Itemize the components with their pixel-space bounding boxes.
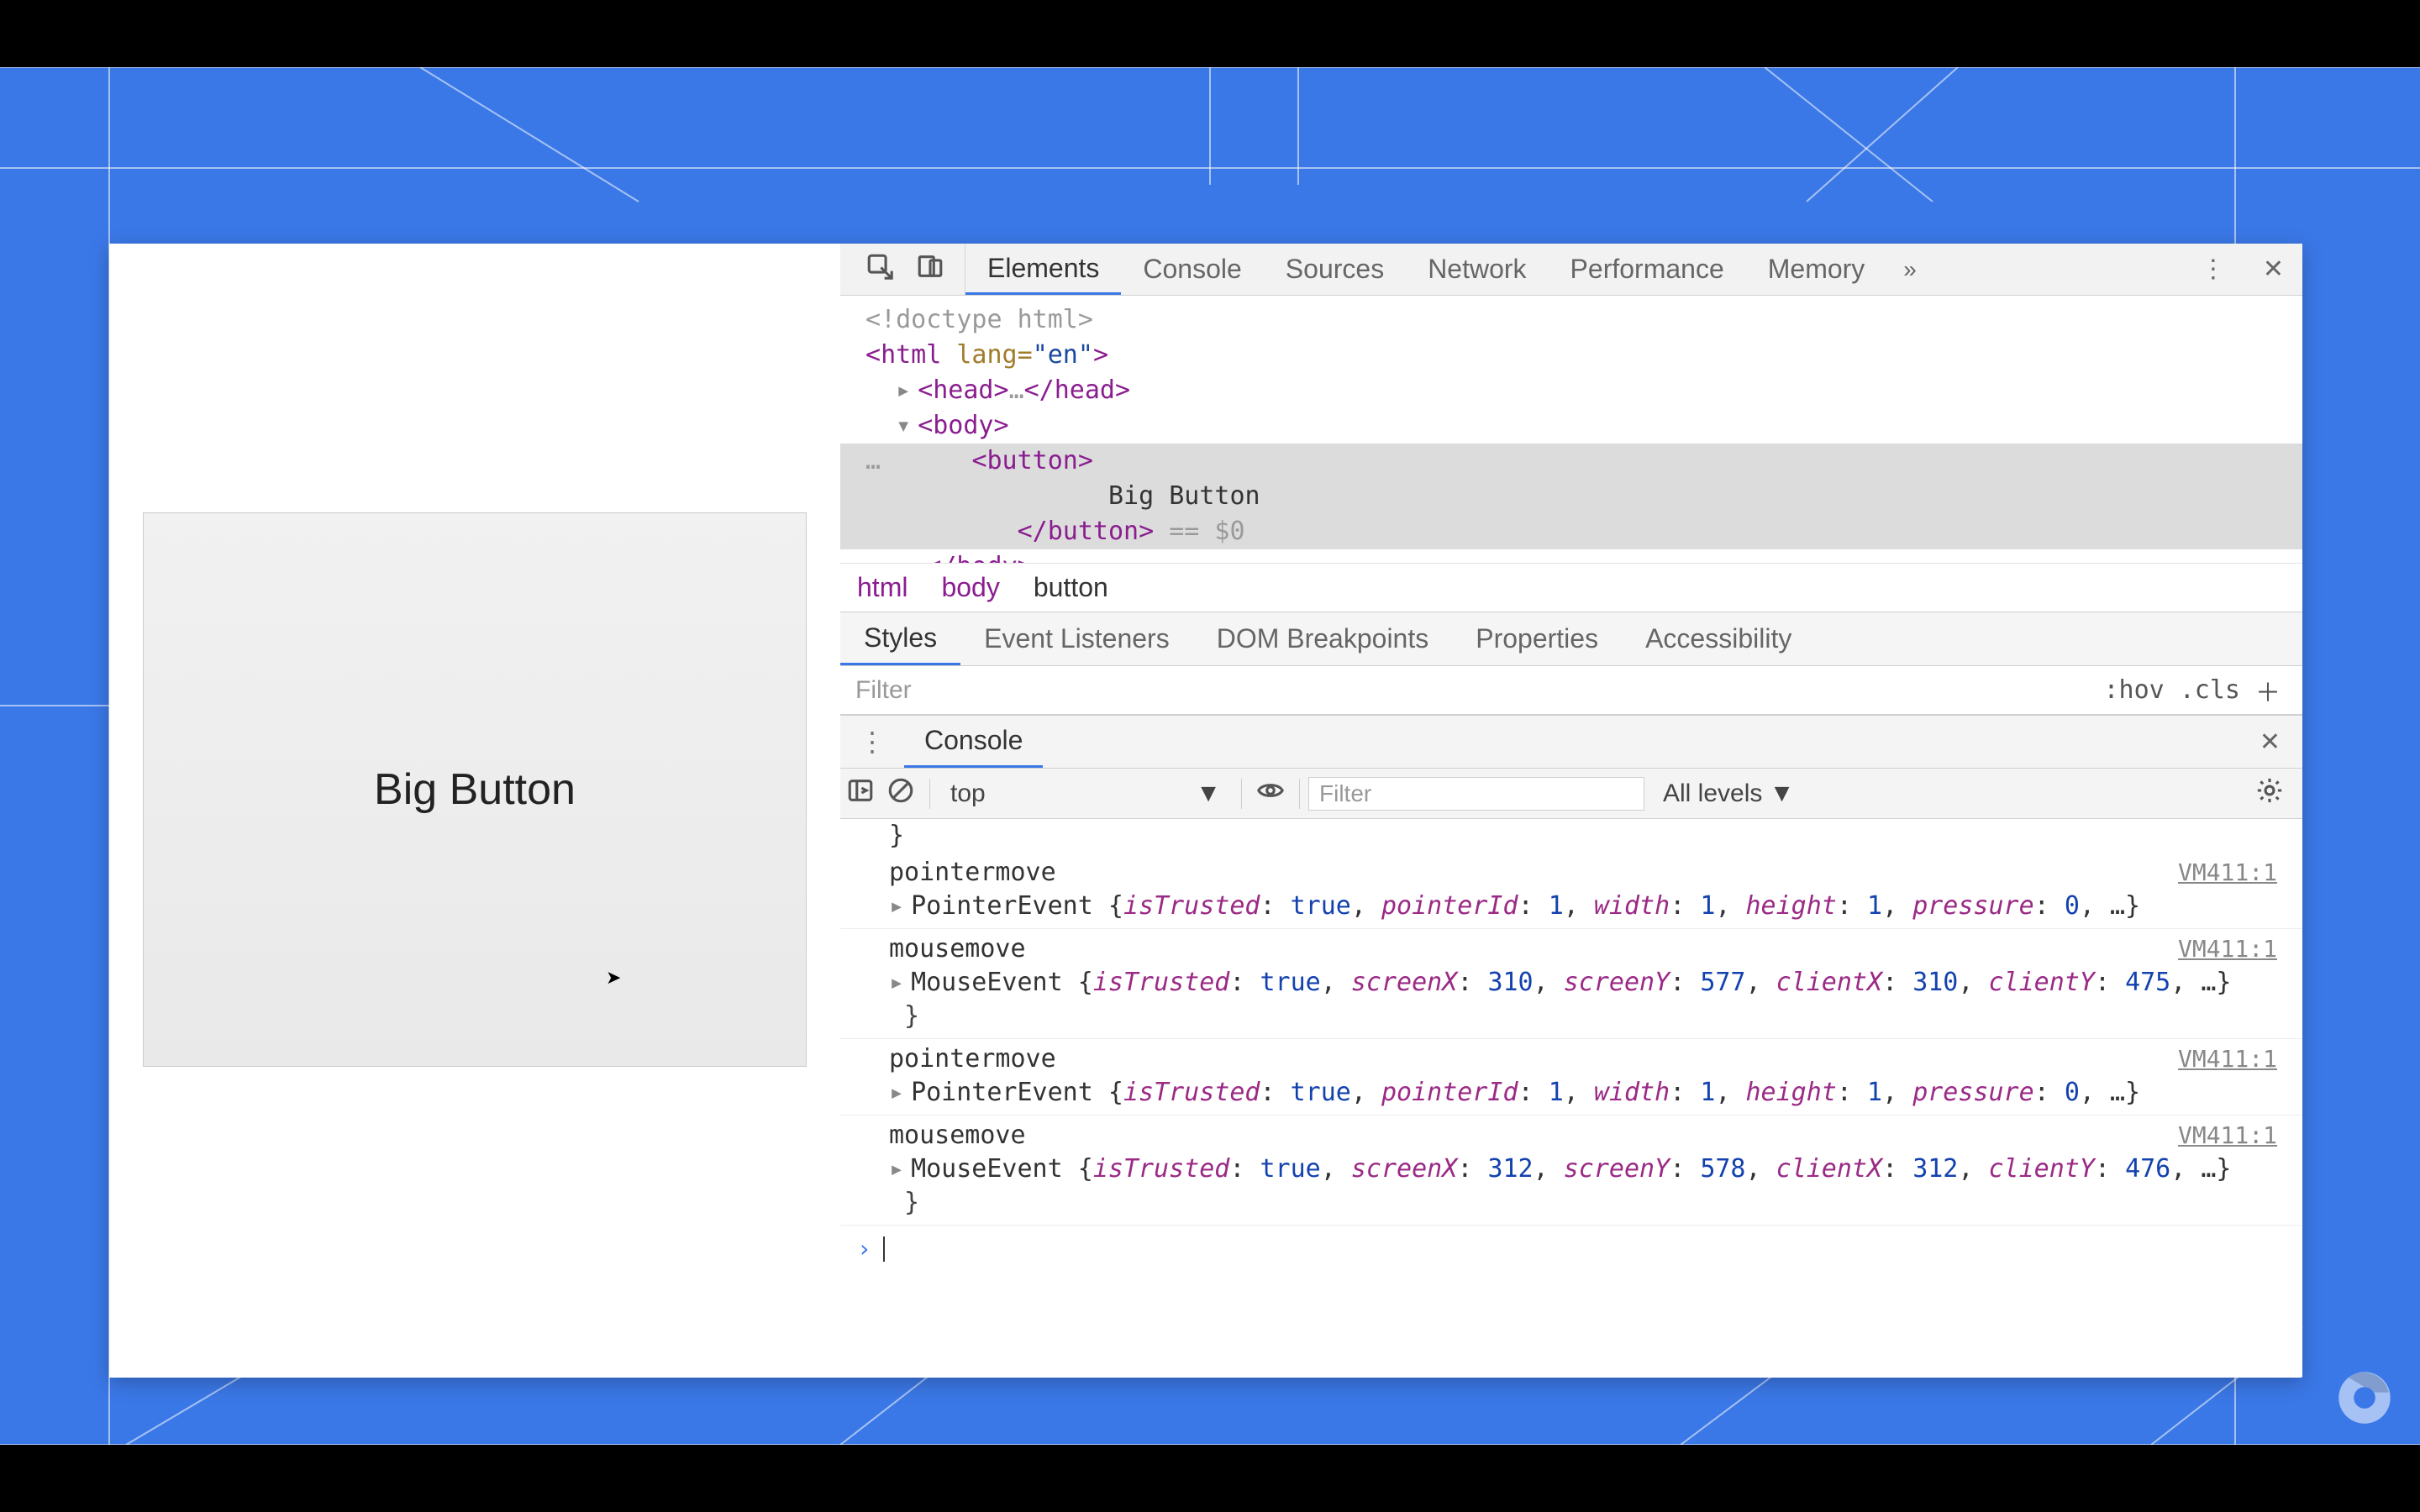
tabs-overflow-icon[interactable]: » <box>1886 256 1933 283</box>
entry-event-name: pointermove <box>889 1042 2286 1076</box>
big-button-label: Big Button <box>374 764 576 815</box>
devtools-close-icon[interactable]: ✕ <box>2244 255 2302 284</box>
entry-source-link[interactable]: VM411:1 <box>2178 1042 2277 1076</box>
console-prompt[interactable]: › <box>840 1226 2302 1273</box>
subtab-properties[interactable]: Properties <box>1452 612 1622 665</box>
console-entry[interactable]: VM411:1pointermove▸PointerEvent {isTrust… <box>840 853 2302 929</box>
mouse-cursor-icon: ➤ <box>606 967 621 989</box>
disclosure-triangle-icon[interactable]: ▸ <box>889 968 904 997</box>
execution-context-select[interactable]: top ▼ <box>939 780 1233 808</box>
entry-source-link[interactable]: VM411:1 <box>2178 932 2277 966</box>
subtab-styles[interactable]: Styles <box>840 612 960 665</box>
styles-tabstrip: Styles Event Listeners DOM Breakpoints P… <box>840 612 2302 666</box>
entry-event-name: pointermove <box>889 856 2286 890</box>
clear-console-icon[interactable] <box>881 776 921 811</box>
devtools-tabstrip: Elements Console Sources Network Perform… <box>840 244 2302 296</box>
drawer-close-icon[interactable]: ✕ <box>2238 727 2302 757</box>
styles-filter-input[interactable] <box>840 676 2096 705</box>
log-brace: } <box>840 819 2302 853</box>
console-drawer-header: ⋮ Console ✕ <box>840 715 2302 769</box>
console-log[interactable]: }VM411:1pointermove▸PointerEvent {isTrus… <box>840 819 2302 1378</box>
entry-event-name: mousemove <box>889 932 2286 966</box>
dom-selected-node[interactable]: … <button> Big Button </button> == $0 <box>840 444 2302 549</box>
drawer-menu-icon[interactable]: ⋮ <box>840 726 904 758</box>
tab-network[interactable]: Network <box>1406 244 1548 295</box>
entry-event-name: mousemove <box>889 1119 2286 1152</box>
console-entry[interactable]: VM411:1mousemove▸MouseEvent {isTrusted: … <box>840 1116 2302 1226</box>
subtab-event-listeners[interactable]: Event Listeners <box>960 612 1193 665</box>
console-entry[interactable]: VM411:1pointermove▸PointerEvent {isTrust… <box>840 1039 2302 1116</box>
hov-toggle[interactable]: :hov <box>2104 675 2165 705</box>
console-entry[interactable]: VM411:1mousemove▸MouseEvent {isTrusted: … <box>840 929 2302 1039</box>
devtools-pane: Elements Console Sources Network Perform… <box>840 244 2302 1378</box>
devtools-menu-icon[interactable]: ⋮ <box>2182 255 2244 284</box>
styles-filter-row: :hov .cls ＋ <box>840 666 2302 715</box>
disclosure-triangle-icon[interactable]: ▸ <box>889 1154 904 1184</box>
chrome-logo-icon <box>2338 1371 2391 1425</box>
entry-object[interactable]: ▸MouseEvent {isTrusted: true, screenX: 3… <box>889 966 2286 1000</box>
subtab-dom-breakpoints[interactable]: DOM Breakpoints <box>1193 612 1453 665</box>
new-style-rule-icon[interactable]: ＋ <box>2255 672 2281 709</box>
cls-toggle[interactable]: .cls <box>2180 675 2240 705</box>
device-toolbar-icon[interactable] <box>916 252 944 287</box>
console-sidebar-toggle-icon[interactable] <box>840 776 881 811</box>
entry-source-link[interactable]: VM411:1 <box>2178 1119 2277 1152</box>
console-filter-input[interactable] <box>1308 777 1644 811</box>
entry-object[interactable]: ▸MouseEvent {isTrusted: true, screenX: 3… <box>889 1152 2286 1186</box>
tab-memory[interactable]: Memory <box>1746 244 1887 295</box>
inspect-element-icon[interactable] <box>865 252 894 287</box>
tab-elements[interactable]: Elements <box>965 244 1121 295</box>
drawer-tab-console[interactable]: Console <box>904 716 1043 768</box>
disclosure-triangle-icon[interactable]: ▸ <box>889 1078 904 1107</box>
disclosure-triangle-icon[interactable]: ▸ <box>889 891 904 921</box>
tab-sources[interactable]: Sources <box>1264 244 1406 295</box>
subtab-accessibility[interactable]: Accessibility <box>1622 612 1815 665</box>
dom-breadcrumb: html body button <box>840 563 2302 612</box>
console-toolbar: top ▼ All levels ▼ <box>840 769 2302 819</box>
entry-object[interactable]: ▸PointerEvent {isTrusted: true, pointerI… <box>889 890 2286 923</box>
prompt-chevron-icon: › <box>857 1232 871 1266</box>
tab-performance[interactable]: Performance <box>1549 244 1746 295</box>
console-settings-icon[interactable] <box>2237 776 2302 811</box>
text-caret <box>883 1236 885 1262</box>
big-button[interactable]: Big Button ➤ <box>143 512 807 1067</box>
entry-object[interactable]: ▸PointerEvent {isTrusted: true, pointerI… <box>889 1076 2286 1110</box>
entry-source-link[interactable]: VM411:1 <box>2178 856 2277 890</box>
tab-console[interactable]: Console <box>1121 244 1263 295</box>
slide-background: Big Button ➤ Elements Console Sources <box>0 67 2420 1445</box>
live-expression-icon[interactable] <box>1250 776 1291 811</box>
chevron-down-icon: ▼ <box>1196 780 1221 808</box>
crumb-button[interactable]: button <box>1034 572 1108 603</box>
dom-tree[interactable]: <!doctype html> <html lang="en"> ▸<head>… <box>840 296 2302 563</box>
page-viewport: Big Button ➤ <box>109 244 840 1378</box>
crumb-html[interactable]: html <box>857 572 908 603</box>
log-level-select[interactable]: All levels ▼ <box>1644 780 1812 808</box>
crumb-body[interactable]: body <box>941 572 999 603</box>
devtools-window: Big Button ➤ Elements Console Sources <box>109 244 2302 1378</box>
